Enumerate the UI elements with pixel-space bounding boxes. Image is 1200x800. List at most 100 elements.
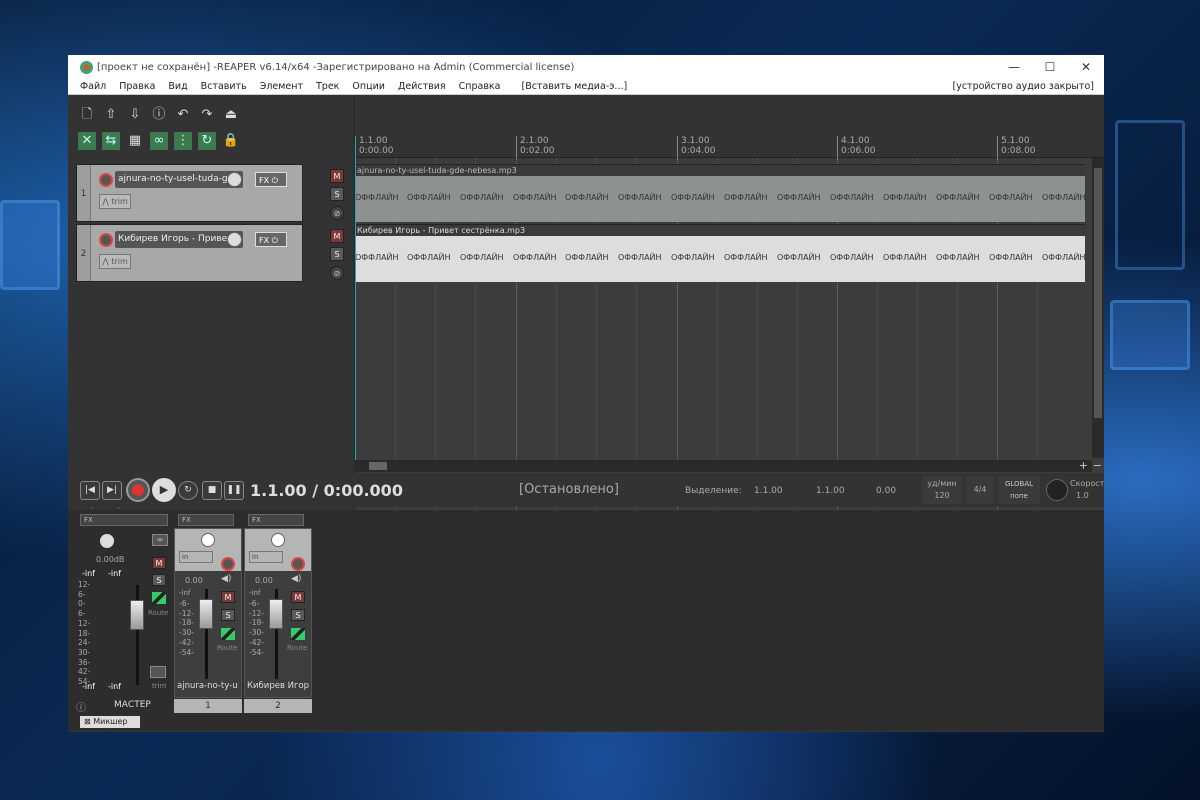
vertical-scrollbar[interactable] bbox=[1092, 158, 1104, 458]
timeline-ruler[interactable]: 1.1.00 0:00.00 2.1.00 0:02.00 3.1.00 0:04.0… bbox=[355, 96, 1104, 158]
master-mute-button[interactable]: M bbox=[152, 557, 166, 569]
volume-knob[interactable] bbox=[227, 232, 242, 247]
strip-mute-button[interactable]: M bbox=[291, 591, 305, 603]
automation-trim-button[interactable]: ⋀ trim bbox=[99, 194, 131, 209]
fx-button[interactable]: FX ⏻ bbox=[255, 232, 287, 247]
ripple-edit-icon[interactable]: ⇆ bbox=[102, 132, 120, 150]
automation-trim-button[interactable]: ⋀ trim bbox=[99, 254, 131, 269]
record-arm-button[interactable] bbox=[221, 557, 235, 571]
strip-volume-knob[interactable] bbox=[271, 533, 285, 547]
selection-end[interactable]: 1.1.00 bbox=[816, 486, 845, 496]
record-arm-button[interactable] bbox=[291, 557, 305, 571]
master-solo-button[interactable]: S bbox=[152, 574, 166, 586]
menu-help[interactable]: Справка bbox=[459, 81, 501, 92]
position-display[interactable]: 1.1.00 / 0:00.000 bbox=[250, 481, 403, 500]
close-button[interactable]: ✕ bbox=[1068, 60, 1104, 74]
go-to-start-button[interactable]: |◀ bbox=[80, 481, 100, 500]
zoom-in-horizontal-button[interactable]: + bbox=[1079, 459, 1088, 472]
solo-button[interactable]: S bbox=[330, 247, 344, 261]
auto-crossfade-icon[interactable]: ✕ bbox=[78, 132, 96, 150]
master-route-icon[interactable] bbox=[152, 592, 166, 604]
repeat-button[interactable]: ↻ bbox=[178, 481, 198, 500]
phase-icon[interactable]: ⊘ bbox=[330, 206, 344, 220]
strip-name[interactable]: ajnura-no-ty-u bbox=[177, 681, 241, 691]
menu-item[interactable]: Элемент bbox=[260, 81, 303, 92]
strip-fader[interactable] bbox=[269, 599, 283, 629]
time-signature[interactable]: 4/4 bbox=[966, 476, 994, 504]
undo-icon[interactable]: ↶ bbox=[174, 106, 192, 124]
media-item[interactable]: ajnura-no-ty-usel-tuda-gde-nebesa.mp3 ОФ… bbox=[355, 164, 1086, 222]
menu-edit[interactable]: Правка bbox=[119, 81, 155, 92]
strip-solo-button[interactable]: S bbox=[221, 609, 235, 621]
strip-name[interactable]: Кибирев Игор bbox=[247, 681, 311, 691]
mute-button[interactable]: M bbox=[330, 229, 344, 243]
play-button[interactable]: ▶ bbox=[152, 478, 176, 502]
strip-volume-knob[interactable] bbox=[201, 533, 215, 547]
save-project-icon[interactable]: ⇩ bbox=[126, 106, 144, 124]
menu-insert[interactable]: Вставить bbox=[201, 81, 247, 92]
menu-track[interactable]: Трек bbox=[316, 81, 339, 92]
mixer-strip[interactable]: in 0.00 ◀) -inf -6- -12- -18- -30- -42- -54- … bbox=[244, 528, 312, 698]
open-project-icon[interactable]: ⇧ bbox=[102, 106, 120, 124]
master-fader[interactable] bbox=[130, 600, 144, 630]
solo-button[interactable]: S bbox=[330, 187, 344, 201]
strip-fx-bar[interactable]: FX bbox=[178, 514, 234, 526]
menu-file[interactable]: Файл bbox=[80, 81, 106, 92]
strip-fader[interactable] bbox=[199, 599, 213, 629]
selection-start[interactable]: 1.1.00 bbox=[754, 486, 783, 496]
menu-view[interactable]: Вид bbox=[168, 81, 187, 92]
master-volume-knob[interactable] bbox=[100, 534, 114, 548]
fx-button[interactable]: FX ⏻ bbox=[255, 172, 287, 187]
mixer-tab[interactable]: ⊠ Микшер bbox=[80, 716, 140, 728]
mono-stereo-icon[interactable]: ∞ bbox=[152, 534, 168, 546]
master-trim-icon[interactable] bbox=[150, 666, 166, 678]
record-arm-button[interactable] bbox=[99, 233, 113, 247]
mute-button[interactable]: M bbox=[330, 169, 344, 183]
minimize-button[interactable]: — bbox=[996, 60, 1032, 74]
record-arm-button[interactable] bbox=[99, 173, 113, 187]
go-to-end-button[interactable]: ▶| bbox=[102, 481, 122, 500]
strip-mute-button[interactable]: M bbox=[221, 591, 235, 603]
global-automation-box[interactable]: GLOBAL попе bbox=[998, 476, 1040, 504]
arrange-view[interactable]: 1.1.00 0:00.00 2.1.00 0:02.00 3.1.00 0:04.0… bbox=[355, 96, 1104, 516]
strip-solo-button[interactable]: S bbox=[291, 609, 305, 621]
menu-actions[interactable]: Действия bbox=[398, 81, 446, 92]
track-name[interactable]: Кибирев Игорь - Привет bbox=[115, 231, 243, 248]
master-fx-bar[interactable]: FX bbox=[80, 514, 168, 526]
loop-icon[interactable]: ↻ bbox=[198, 132, 216, 150]
record-button[interactable] bbox=[126, 478, 150, 502]
menu-insert-media[interactable]: [Вставить медиа-э...] bbox=[521, 81, 627, 92]
input-selector[interactable]: in bbox=[249, 551, 283, 563]
metronome-icon[interactable]: ⏏ bbox=[222, 106, 240, 124]
strip-route-icon[interactable] bbox=[291, 628, 305, 640]
speaker-icon[interactable]: ◀) bbox=[221, 574, 231, 584]
redo-icon[interactable]: ↷ bbox=[198, 106, 216, 124]
project-info-icon[interactable]: ⓘ bbox=[150, 106, 168, 124]
strip-fx-bar[interactable]: FX bbox=[248, 514, 304, 526]
menu-options[interactable]: Опции bbox=[352, 81, 385, 92]
track-header[interactable]: 2 Кибирев Игорь - Привет FX ⏻ ⋀ trim bbox=[76, 224, 303, 282]
zoom-out-horizontal-button[interactable]: − bbox=[1093, 459, 1102, 472]
playrate-knob[interactable] bbox=[1046, 479, 1068, 501]
track-header[interactable]: 1 ajnura-no-ty-usel-tuda-g FX ⏻ ⋀ trim bbox=[76, 164, 303, 222]
tempo-box[interactable]: уд/мин 120 bbox=[922, 476, 962, 504]
scroll-thumb[interactable] bbox=[369, 462, 387, 470]
stop-button[interactable]: ■ bbox=[202, 481, 222, 500]
lock-icon[interactable]: 🔒 bbox=[222, 132, 240, 150]
scroll-thumb[interactable] bbox=[1094, 168, 1102, 418]
new-project-icon[interactable]: 🗋 bbox=[78, 106, 96, 124]
item-grouping-icon[interactable]: ∞ bbox=[150, 132, 168, 150]
maximize-button[interactable]: ☐ bbox=[1032, 60, 1068, 74]
snap-icon[interactable]: ⋮ bbox=[174, 132, 192, 150]
master-info-icon[interactable]: ⓘ bbox=[76, 699, 86, 714]
track-name[interactable]: ajnura-no-ty-usel-tuda-g bbox=[115, 171, 243, 188]
media-item[interactable]: Кибирев Игорь - Привет сестрёнка.mp3 ОФФ… bbox=[355, 224, 1086, 282]
grid-icon[interactable]: ▦ bbox=[126, 132, 144, 150]
selection-length[interactable]: 0.00 bbox=[876, 486, 896, 496]
mixer-strip[interactable]: in 0.00 ◀) -inf -6- -12- -18- -30- -42- -54- … bbox=[174, 528, 242, 698]
audio-device-status[interactable]: [устройство аудио закрыто] bbox=[952, 81, 1104, 92]
phase-icon[interactable]: ⊘ bbox=[330, 266, 344, 280]
speaker-icon[interactable]: ◀) bbox=[291, 574, 301, 584]
input-selector[interactable]: in bbox=[179, 551, 213, 563]
pause-button[interactable]: ❚❚ bbox=[224, 481, 244, 500]
